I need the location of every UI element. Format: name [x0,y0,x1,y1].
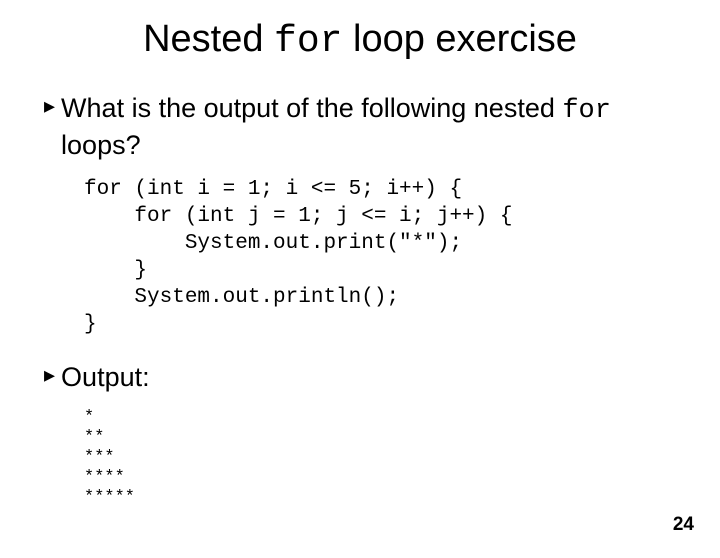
slide-title: Nested for loop exercise [0,18,720,63]
bullet-output-text: Output: [61,360,150,394]
q-post: loops? [61,130,141,160]
bullet-output: ▸ Output: [0,360,720,394]
code-block: for (int i = 1; i <= 5; i++) { for (int … [0,176,720,338]
title-mono: for [274,20,342,63]
bullet-icon: ▸ [44,91,55,121]
bullet-question-text: What is the output of the following nest… [61,91,690,162]
title-post: loop exercise [342,18,576,60]
bullet-icon: ▸ [44,360,55,390]
page-number: 24 [673,514,694,536]
output-block: * ** *** **** ***** [0,408,720,508]
q-mono: for [562,96,611,126]
bullet-question: ▸ What is the output of the following ne… [0,91,720,162]
q-pre: What is the output of the following nest… [61,93,562,123]
title-pre: Nested [143,18,274,60]
